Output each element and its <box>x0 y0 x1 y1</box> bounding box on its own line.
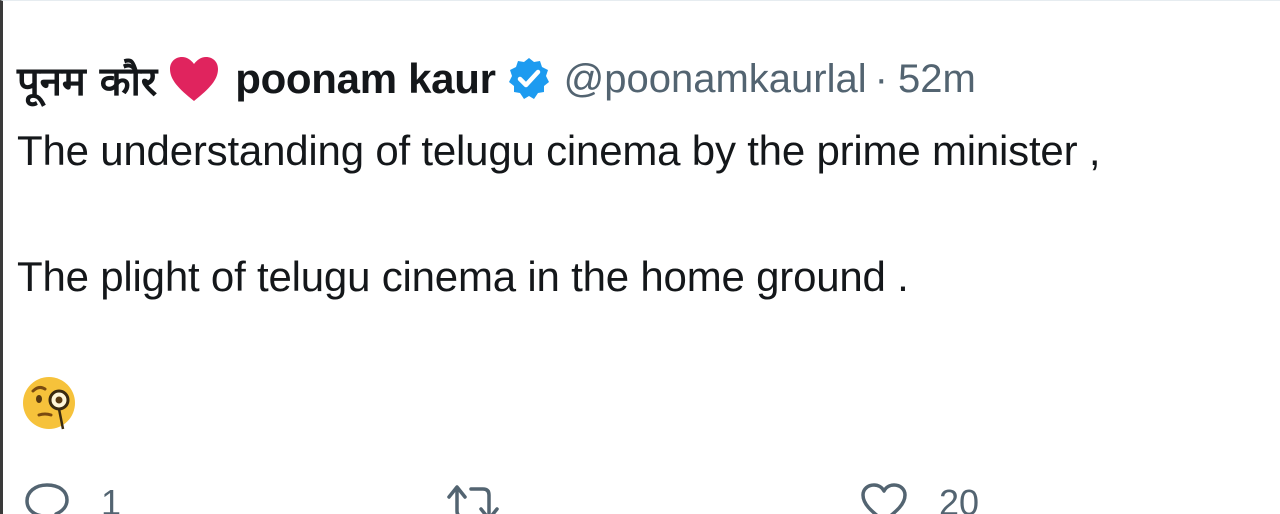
verified-badge-icon <box>506 56 552 102</box>
reply-icon <box>25 483 69 514</box>
retweet-button[interactable] <box>443 481 503 514</box>
author-hindi-name[interactable]: पूनम कौर <box>17 52 157 107</box>
tweet-card[interactable]: पूनम कौर poonam kaur @poonamkaurlal · 52… <box>0 0 1280 514</box>
like-count: 20 <box>939 482 980 514</box>
tweet-text-line-2: The plight of telugu cinema in the home … <box>17 253 909 300</box>
like-icon <box>861 483 907 514</box>
author-display-name[interactable]: poonam kaur <box>235 55 496 103</box>
retweet-icon <box>447 485 499 514</box>
face-with-monocle-icon <box>19 373 79 433</box>
tweet-timestamp[interactable]: 52m <box>898 57 976 102</box>
red-heart-icon <box>167 54 221 104</box>
separator-dot: · <box>874 56 888 101</box>
author-handle[interactable]: @poonamkaurlal <box>564 57 867 102</box>
tweet-header: पूनम कौर poonam kaur @poonamkaurlal · 52… <box>17 51 976 107</box>
tweet-text-line-1: The understanding of telugu cinema by th… <box>17 127 1101 174</box>
reply-button[interactable]: 1 <box>23 481 121 514</box>
like-button[interactable]: 20 <box>859 481 979 514</box>
tweet-actions: 1 20 <box>3 473 1280 514</box>
reply-count: 1 <box>101 482 122 514</box>
